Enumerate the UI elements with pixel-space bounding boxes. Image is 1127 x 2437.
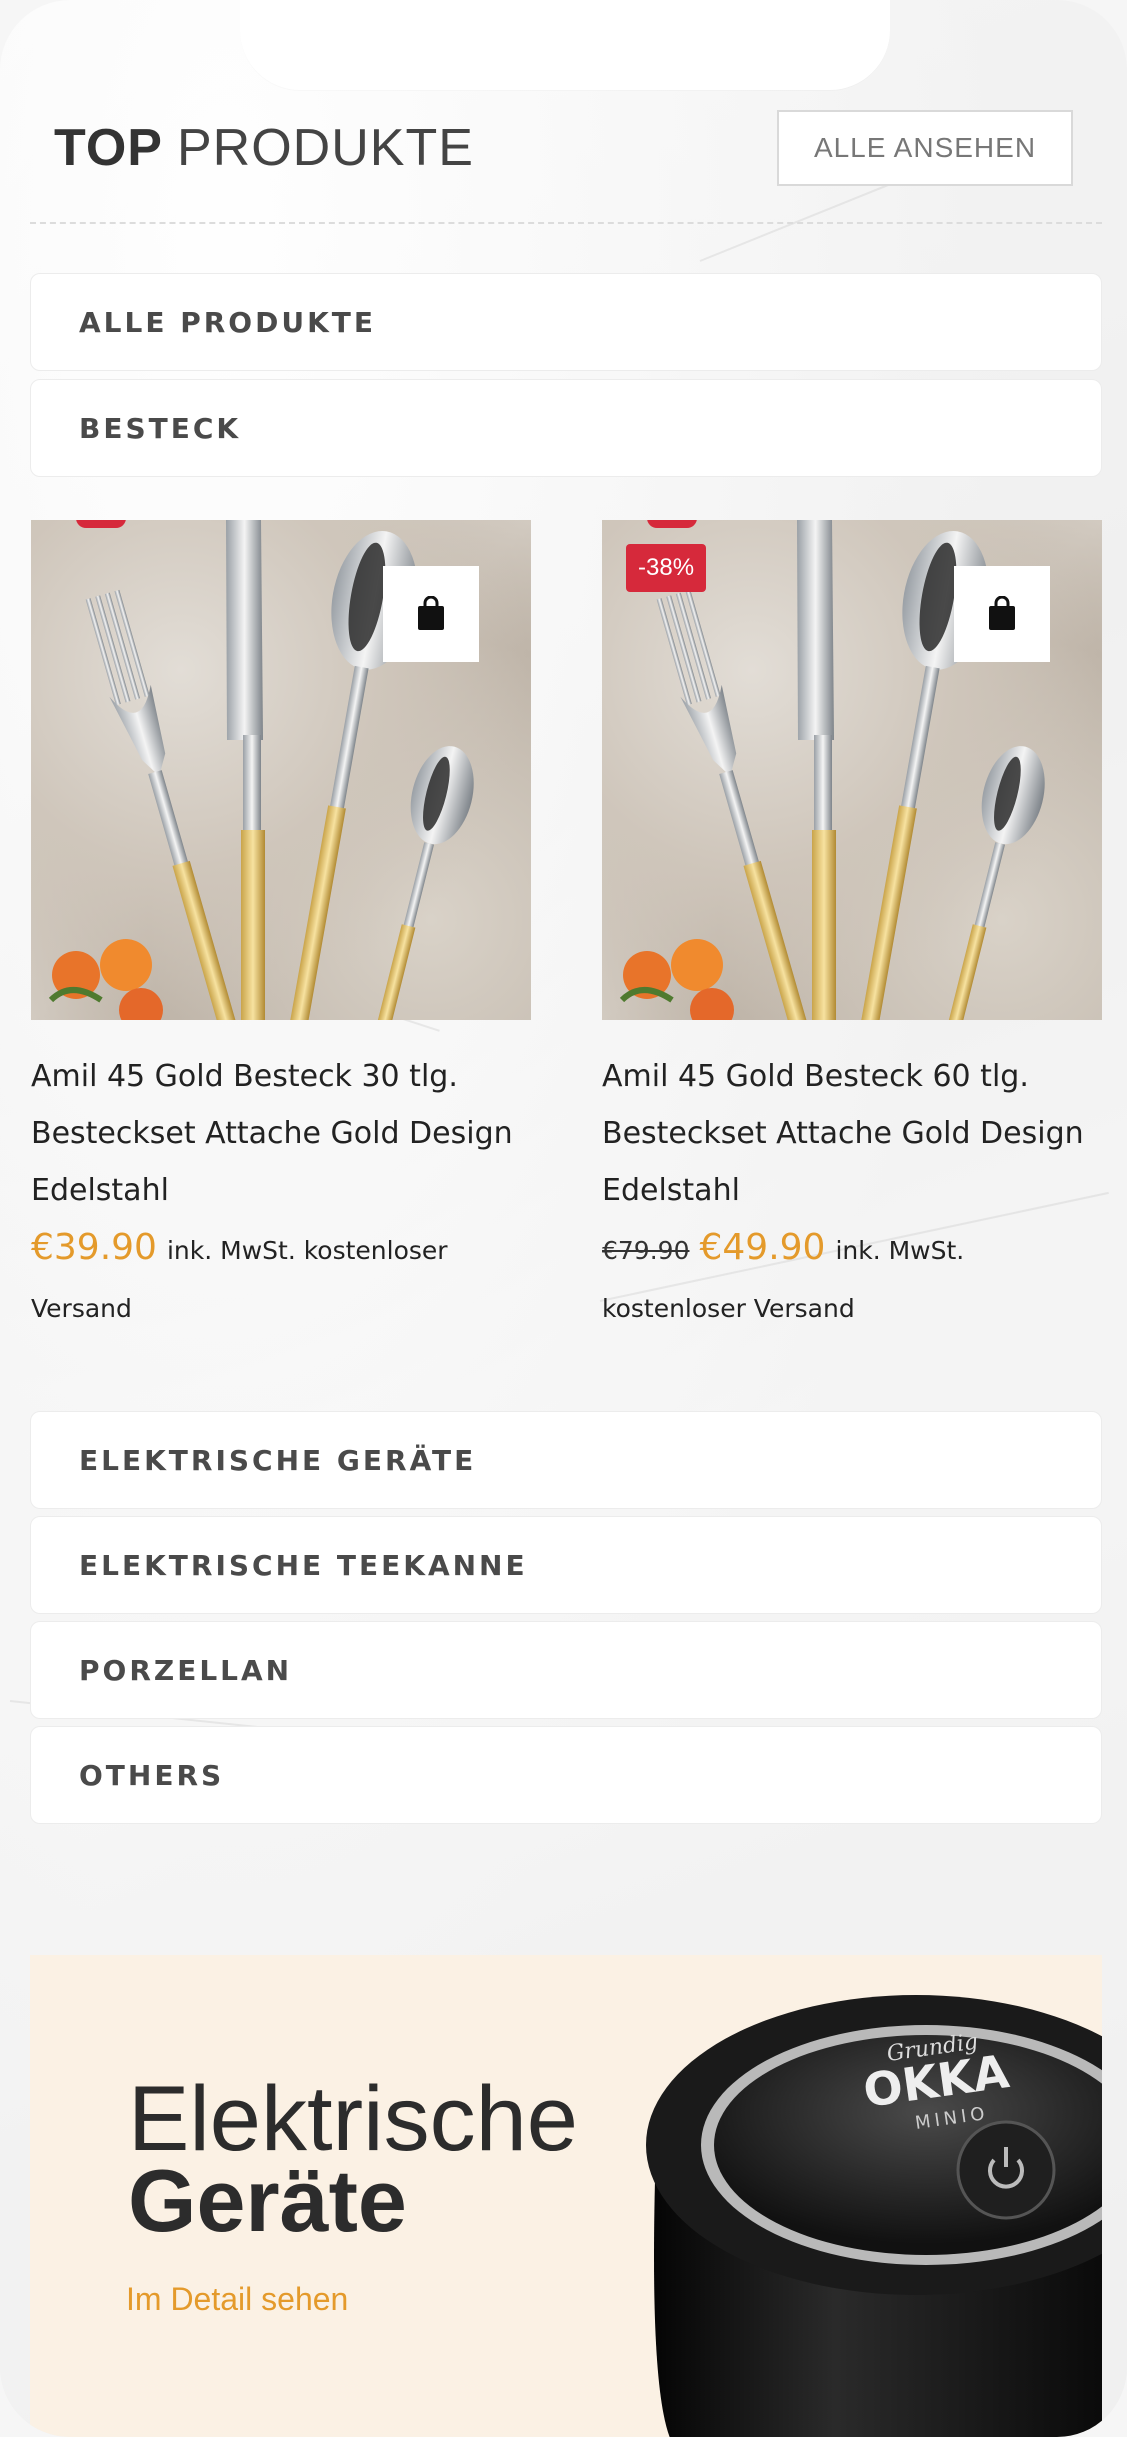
category-elektrische-geraete[interactable]: ELEKTRISCHE GERÄTE [30,1411,1102,1509]
category-all-products[interactable]: ALLE PRODUKTE [30,273,1102,371]
product-card[interactable]: -38% Amil 45 Gold Besteck 60 tlg. Bestec… [602,520,1102,1338]
section-header: TOP PRODUKTE ALLE ANSEHEN [30,110,1103,190]
category-besteck[interactable]: BESTECK [30,379,1102,477]
shopping-bag-icon [418,596,444,630]
divider [30,222,1102,224]
product-name[interactable]: Amil 45 Gold Besteck 30 tlg. Besteckset … [31,1048,531,1219]
category-others[interactable]: OTHERS [30,1726,1102,1824]
product-name[interactable]: Amil 45 Gold Besteck 60 tlg. Besteckset … [602,1048,1102,1219]
product-image[interactable]: -38% [602,520,1102,1020]
product-card[interactable]: Amil 45 Gold Besteck 30 tlg. Besteckset … [31,520,531,1338]
discount-badge: -38% [626,544,707,592]
old-price: €79.90 [602,1236,690,1265]
page-frame: TOP PRODUKTE ALLE ANSEHEN ALLE PRODUKTE B… [0,0,1127,2437]
category-elektrische-teekanne[interactable]: ELEKTRISCHE TEEKANNE [30,1516,1102,1614]
price-line: €79.90 €49.90 ink. MwSt. kostenloser Versa… [602,1219,1102,1338]
see-all-button[interactable]: ALLE ANSEHEN [777,110,1073,186]
product-price: €49.90 [699,1227,826,1268]
title-bold: TOP [54,119,163,177]
price-line: €39.90 ink. MwSt. kostenloser Versand [31,1219,531,1338]
badge-edge [76,520,126,528]
add-to-cart-button[interactable] [954,566,1050,662]
product-price: €39.90 [31,1227,157,1268]
promo-banner[interactable]: Elektrische Geräte Im Detail sehen Grund… [30,1955,1102,2437]
product-image[interactable] [31,520,531,1020]
device-notch [240,0,890,90]
banner-title-line2: Geräte [128,2151,407,2250]
banner-detail-link[interactable]: Im Detail sehen [126,2281,348,2318]
add-to-cart-button[interactable] [383,566,479,662]
coffee-machine-image: Grundig OKKA MINIO [646,1995,1102,2437]
title-light: PRODUKTE [176,119,474,177]
category-porzellan[interactable]: PORZELLAN [30,1621,1102,1719]
section-title: TOP PRODUKTE [54,118,474,178]
shopping-bag-icon [989,596,1015,630]
badge-edge [647,520,697,528]
